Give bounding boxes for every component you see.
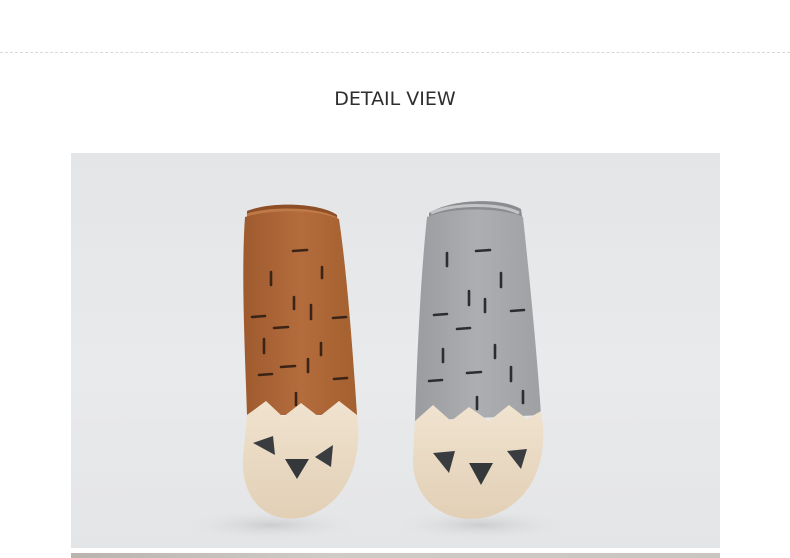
section-title: DETAIL VIEW (334, 88, 456, 110)
sock-pair-illustration (176, 201, 576, 541)
orange-sock (242, 204, 359, 519)
top-divider (0, 52, 790, 53)
gray-sock (412, 201, 544, 519)
next-photo-edge (71, 553, 720, 558)
product-detail-photo (71, 153, 720, 548)
